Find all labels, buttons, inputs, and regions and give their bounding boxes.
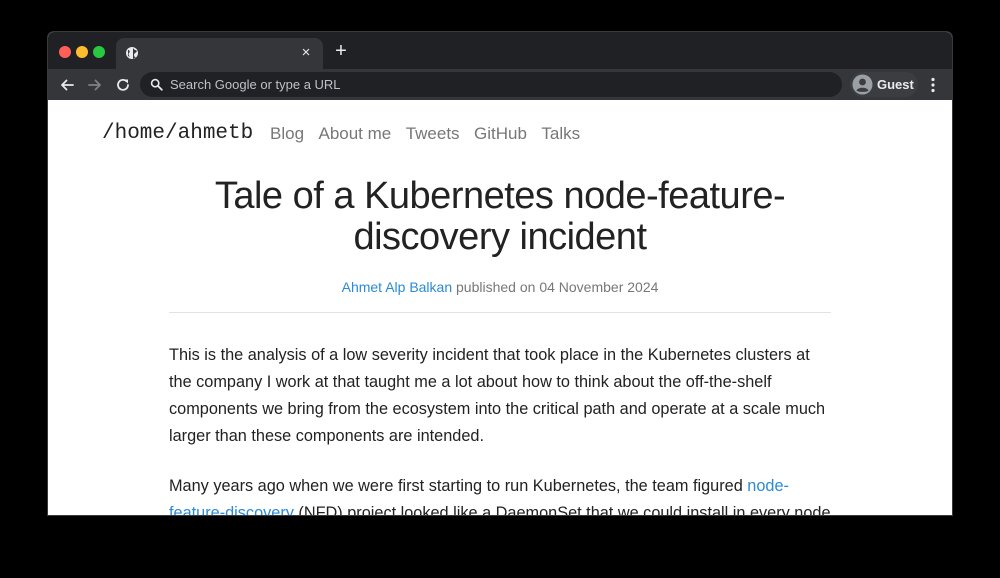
paragraph-history: Many years ago when we were first starti… — [169, 473, 831, 515]
reload-icon[interactable] — [113, 75, 133, 95]
tab-strip: × + — [48, 32, 952, 69]
nav-talks-link[interactable]: Talks — [541, 124, 580, 144]
profile-button[interactable]: Guest — [850, 72, 918, 97]
divider — [169, 312, 831, 313]
more-menu-icon[interactable] — [926, 75, 940, 95]
address-bar[interactable]: Search Google or type a URL — [140, 72, 842, 97]
tab-active[interactable]: × — [116, 38, 323, 69]
address-bar-placeholder: Search Google or type a URL — [170, 77, 341, 92]
back-arrow-icon[interactable] — [57, 75, 77, 95]
profile-label: Guest — [877, 77, 914, 92]
site-title-link[interactable]: /home/ahmetb — [102, 122, 253, 145]
close-window-button[interactable] — [59, 46, 71, 58]
browser-window: × + Search Google or type a URL Guest /h… — [48, 32, 952, 515]
search-icon — [150, 78, 163, 91]
site-nav: Blog About me Tweets GitHub Talks — [270, 124, 590, 144]
nav-tweets-link[interactable]: Tweets — [406, 124, 460, 144]
paragraph-text: Many years ago when we were first starti… — [169, 477, 748, 495]
new-tab-button[interactable]: + — [331, 41, 351, 61]
author-link[interactable]: Ahmet Alp Balkan — [342, 279, 453, 295]
page-content: /home/ahmetb Blog About me Tweets GitHub… — [48, 100, 952, 515]
post-title: Tale of a Kubernetes node-feature-discov… — [214, 175, 786, 258]
published-text: published on — [452, 279, 540, 295]
person-icon — [852, 74, 873, 95]
post-meta: Ahmet Alp Balkan published on 04 Novembe… — [169, 279, 831, 295]
globe-icon — [126, 47, 138, 59]
forward-arrow-icon[interactable] — [85, 75, 105, 95]
toolbar: Search Google or type a URL Guest — [48, 69, 952, 100]
paragraph-intro: This is the analysis of a low severity i… — [169, 346, 826, 445]
nav-blog-link[interactable]: Blog — [270, 124, 304, 144]
post-date: 04 November 2024 — [539, 279, 659, 295]
tab-close-icon[interactable]: × — [297, 44, 315, 62]
minimize-window-button[interactable] — [76, 46, 88, 58]
nav-about-link[interactable]: About me — [318, 124, 391, 144]
nav-github-link[interactable]: GitHub — [474, 124, 527, 144]
maximize-window-button[interactable] — [93, 46, 105, 58]
